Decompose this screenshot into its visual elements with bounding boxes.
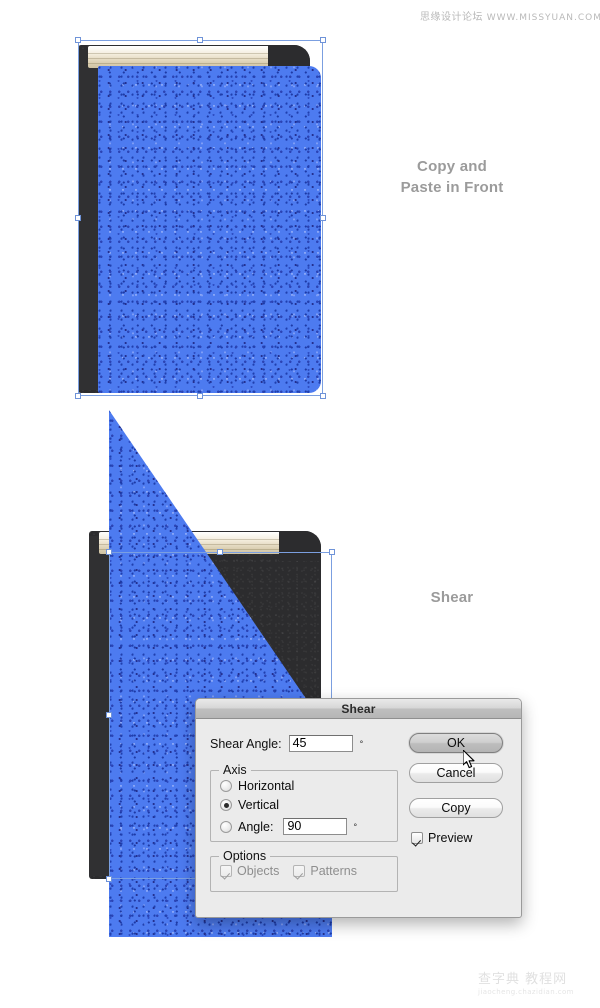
caption-shear-label: Shear: [430, 589, 474, 606]
mouse-cursor-icon: [463, 750, 475, 769]
selection-bounding-box: [78, 40, 323, 396]
dialog-titlebar[interactable]: Shear: [196, 699, 521, 719]
selection-handle-bottom-left[interactable]: [75, 393, 81, 399]
radio-horizontal-label: Horizontal: [238, 779, 295, 793]
radio-angle-icon[interactable]: [220, 820, 232, 833]
axis-degree-symbol-icon: °: [353, 821, 358, 832]
shear-dialog[interactable]: Shear Shear Angle: 45 ° Axis Horizontal …: [195, 698, 522, 918]
axis-angle-input[interactable]: 90: [283, 818, 348, 835]
book-spine: [89, 536, 109, 876]
axis-group-legend: Axis: [223, 763, 247, 777]
caption-line-1: Copy and: [417, 158, 487, 175]
degree-symbol-icon: °: [359, 738, 364, 749]
selection-handle-middle-right[interactable]: [320, 215, 326, 221]
radio-row-vertical[interactable]: Vertical: [220, 798, 397, 812]
copy-button[interactable]: Copy: [409, 798, 503, 818]
checkbox-objects-label: Objects: [237, 864, 280, 878]
watermark-bottom-url: jiaocheng.chazidian.com: [478, 988, 574, 996]
shear-angle-label: Shear Angle:: [210, 736, 282, 751]
selection-handle-top-right[interactable]: [329, 549, 335, 555]
selection-handle-top-left[interactable]: [106, 549, 112, 555]
options-group: Options Objects Patterns: [210, 849, 398, 892]
dialog-title: Shear: [341, 701, 376, 716]
selection-handle-top-center[interactable]: [217, 549, 223, 555]
watermark-top-cn: 思缘设计论坛: [420, 12, 483, 23]
checkbox-patterns-label: Patterns: [310, 864, 357, 878]
ok-button[interactable]: OK: [409, 733, 503, 753]
radio-row-angle[interactable]: Angle: 90 °: [220, 818, 397, 835]
radio-vertical-label: Vertical: [238, 798, 279, 812]
checkbox-row-patterns: Patterns: [293, 864, 357, 878]
step-caption-copy-paste: Copy and Paste in Front: [373, 156, 531, 198]
selection-handle-bottom-center[interactable]: [197, 393, 203, 399]
options-checkbox-row: Objects Patterns: [220, 864, 397, 878]
selection-handle-bottom-right[interactable]: [320, 393, 326, 399]
watermark-top-url: WWW.MISSYUAN.COM: [486, 13, 600, 23]
shear-angle-row: Shear Angle: 45 °: [210, 735, 363, 752]
selection-handle-middle-left[interactable]: [106, 712, 112, 718]
selection-handle-top-right[interactable]: [320, 37, 326, 43]
checkbox-preview-label: Preview: [428, 831, 473, 845]
checkbox-patterns-icon: [293, 865, 306, 877]
radio-horizontal-icon[interactable]: [220, 780, 232, 792]
checkbox-preview-icon[interactable]: [411, 832, 423, 844]
canvas: 思缘设计论坛 WWW.MISSYUAN.COM Copy and Paste i: [0, 0, 600, 1008]
selection-handle-top-center[interactable]: [197, 37, 203, 43]
selection-handle-middle-left[interactable]: [75, 215, 81, 221]
checkbox-row-objects: Objects: [220, 864, 279, 878]
dialog-body: Shear Angle: 45 ° Axis Horizontal Vertic…: [196, 719, 521, 918]
caption-line-2: Paste in Front: [400, 179, 504, 196]
watermark-top: 思缘设计论坛 WWW.MISSYUAN.COM: [420, 8, 600, 23]
cancel-button[interactable]: Cancel: [409, 763, 503, 783]
radio-angle-label: Angle:: [238, 819, 274, 834]
blue-book-front-cover[interactable]: [75, 37, 326, 399]
preview-checkbox-row[interactable]: Preview: [411, 831, 472, 845]
step-caption-shear: Shear: [396, 587, 508, 608]
options-group-legend: Options: [223, 849, 267, 863]
watermark-bottom: 查字典 教程网 jiaocheng.chazidian.com: [478, 968, 596, 1004]
axis-group: Axis Horizontal Vertical Angle: 90 °: [210, 763, 398, 842]
selection-handle-top-left[interactable]: [75, 37, 81, 43]
radio-row-horizontal[interactable]: Horizontal: [220, 779, 397, 793]
radio-vertical-icon[interactable]: [220, 799, 232, 811]
checkbox-objects-icon: [220, 865, 232, 877]
watermark-bottom-cn: 查字典 教程网: [478, 972, 568, 987]
selection-handle-bottom-left[interactable]: [106, 876, 112, 882]
shear-angle-input[interactable]: 45: [288, 735, 353, 752]
